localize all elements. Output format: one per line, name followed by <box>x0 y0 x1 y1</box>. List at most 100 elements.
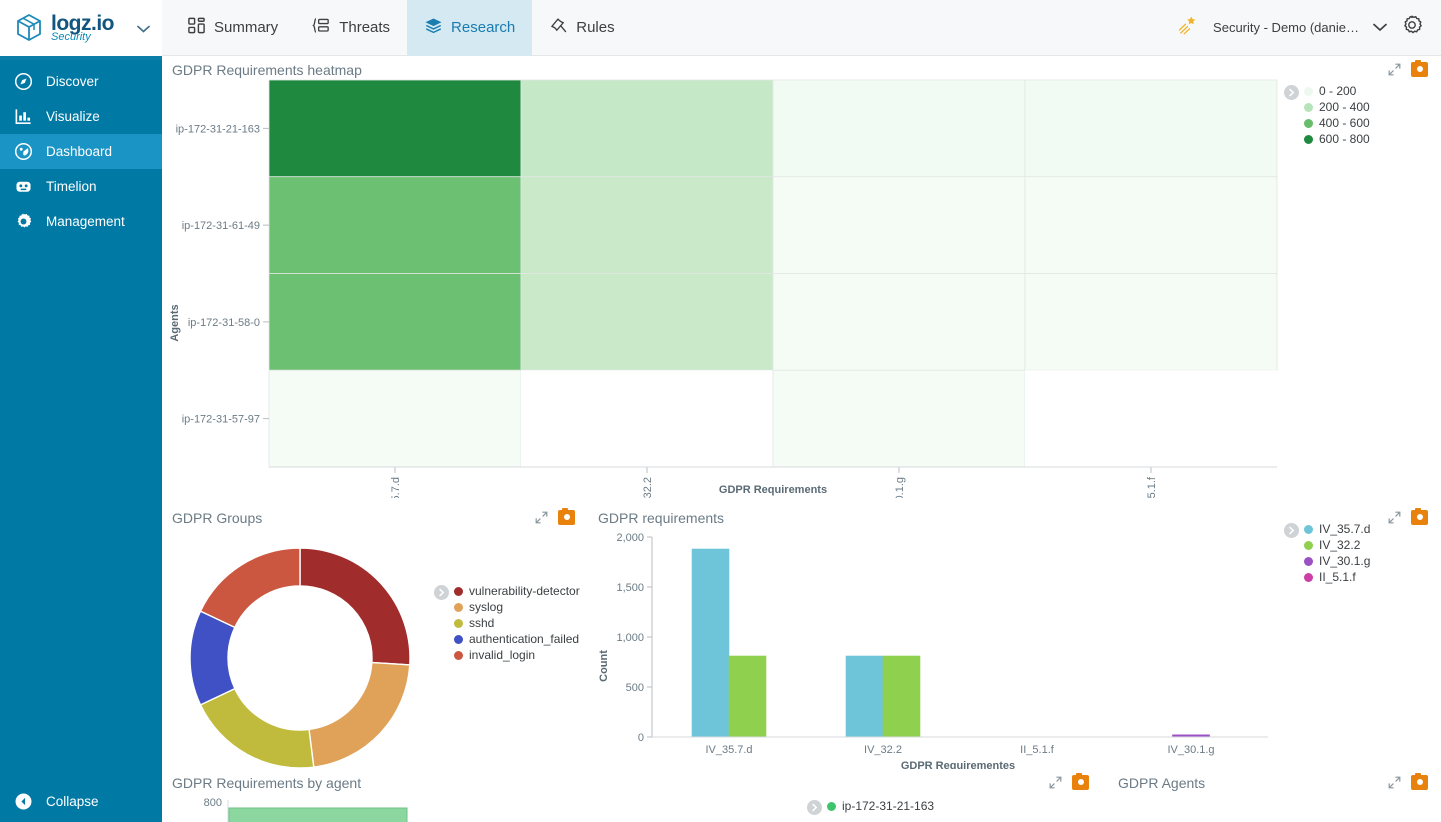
brand-chevron-down-icon[interactable] <box>137 20 150 38</box>
heatmap-cell[interactable] <box>772 273 1026 371</box>
shooting-star-icon[interactable] <box>1177 14 1199 41</box>
camera-icon[interactable] <box>1411 59 1428 77</box>
legend-label: 400 - 600 <box>1319 116 1370 130</box>
panel-gdpr-requirements-bar: GDPR requirements 0 500 1,000 1,500 2,000 IV… <box>588 504 1441 772</box>
expand-icon[interactable] <box>1388 776 1401 789</box>
camera-icon[interactable] <box>558 507 575 525</box>
heatmap-legend-item[interactable]: 0 - 200 <box>1304 84 1370 98</box>
heatmap-legend-item[interactable]: 400 - 600 <box>1304 116 1370 130</box>
heatmap-cell[interactable] <box>521 370 773 467</box>
req-bar-legend-item[interactable]: IV_30.1.g <box>1304 554 1370 568</box>
legend-color-dot <box>1304 134 1313 144</box>
legend-label: ip-172-31-21-163 <box>842 799 935 813</box>
heatmap-cell[interactable] <box>520 273 774 371</box>
legend-label: II_5.1.f <box>1319 570 1356 584</box>
top-header: Summary Threats Research Rules Security … <box>162 0 1441 56</box>
by-agent-svg: 800 <box>204 797 408 822</box>
groups-legend-item[interactable]: sshd <box>454 616 580 630</box>
req-bar-rect[interactable] <box>728 655 767 738</box>
camera-icon[interactable] <box>1411 507 1428 525</box>
legend-color-dot <box>1304 102 1313 112</box>
heatmap-cell[interactable] <box>520 176 774 274</box>
req-bar-x-tick-label: IV_35.7.d <box>705 744 752 756</box>
heatmap-cell[interactable] <box>1024 273 1278 371</box>
heatmap-cell[interactable] <box>268 79 522 178</box>
req-bar-legend-item[interactable]: II_5.1.f <box>1304 570 1370 584</box>
req-bar-rect[interactable] <box>882 655 921 738</box>
sidebar-item-discover[interactable]: Discover <box>0 64 162 99</box>
groups-legend-item[interactable]: authentication_failed <box>454 632 580 646</box>
timelion-icon <box>14 177 40 196</box>
tab-summary[interactable]: Summary <box>170 0 295 56</box>
groups-legend-item[interactable]: vulnerability-detector <box>454 584 580 598</box>
heatmap-legend-item[interactable]: 600 - 800 <box>1304 132 1370 146</box>
req-bar-legend-item[interactable]: IV_32.2 <box>1304 538 1370 552</box>
heatmap-cell[interactable] <box>268 176 522 274</box>
sidebar-item-visualize[interactable]: Visualize <box>0 99 162 134</box>
expand-icon[interactable] <box>1388 511 1401 524</box>
groups-legend-item[interactable]: syslog <box>454 600 580 614</box>
legend-toggle-icon[interactable] <box>434 585 449 600</box>
heatmap-cell[interactable] <box>1025 370 1277 467</box>
expand-icon[interactable] <box>1049 776 1062 789</box>
camera-icon[interactable] <box>1072 772 1089 790</box>
req-bar-rect[interactable] <box>691 548 730 738</box>
heatmap-cell[interactable] <box>772 79 1026 178</box>
legend-label: IV_35.7.d <box>1319 522 1371 536</box>
groups-legend-item[interactable]: invalid_login <box>454 648 580 662</box>
donut-slice[interactable] <box>299 547 411 666</box>
sidebar-label-dashboard: Dashboard <box>46 144 113 159</box>
tab-rules[interactable]: Rules <box>532 0 631 56</box>
heatmap-cell[interactable] <box>268 273 522 371</box>
heatmap-y-tick-label: ip-172-31-57-97 <box>182 414 260 426</box>
sidebar-collapse-button[interactable]: Collapse <box>0 780 162 822</box>
expand-icon[interactable] <box>535 511 548 524</box>
chevron-left-circle-icon <box>14 792 40 811</box>
heatmap-y-tick-label: ip-172-31-21-163 <box>176 123 260 135</box>
legend-label: 600 - 800 <box>1319 132 1370 146</box>
groups-legend: vulnerability-detector syslog sshd authenti… <box>434 584 580 662</box>
expand-icon[interactable] <box>1388 63 1401 76</box>
donut-svg <box>189 547 411 769</box>
heatmap-cell[interactable] <box>772 176 1026 274</box>
donut-slice[interactable] <box>189 610 236 706</box>
legend-toggle-icon[interactable] <box>1284 85 1299 100</box>
req-bar-legend-list: IV_35.7.d IV_32.2 IV_30.1.g II_5.1.f <box>1304 522 1370 584</box>
req-bar-y-tick-label: 0 <box>638 732 644 744</box>
tab-threats[interactable]: Threats <box>295 0 407 56</box>
heatmap-x-tick-label: IV_30.1.g <box>894 477 906 498</box>
legend-label: 200 - 400 <box>1319 100 1370 114</box>
donut-slice[interactable] <box>199 687 315 769</box>
panel-title-agents: GDPR Agents <box>1118 775 1206 791</box>
header-tabs: Summary Threats Research Rules <box>170 0 632 56</box>
sidebar-item-management[interactable]: Management <box>0 204 162 239</box>
req-bar-svg: 0 500 1,000 1,500 2,000 IV_35.7.d IV_32.2 II_5… <box>598 532 1268 772</box>
legend-toggle-icon[interactable] <box>1284 523 1299 538</box>
panel-title-by-agent: GDPR Requirements by agent <box>172 775 362 791</box>
account-selector[interactable]: Security - Demo (danie… <box>1213 20 1359 35</box>
tab-research[interactable]: Research <box>407 0 533 56</box>
req-bar-rect[interactable] <box>845 655 884 738</box>
account-chevron-down-icon[interactable] <box>1373 19 1387 37</box>
brand-logo[interactable]: logz.io Security <box>0 0 162 56</box>
heatmap-cell[interactable] <box>268 369 522 468</box>
settings-gear-icon[interactable] <box>1401 14 1423 41</box>
camera-icon[interactable] <box>1411 772 1428 790</box>
heatmap-cell[interactable] <box>520 79 774 178</box>
sidebar: logz.io Security Discover Visualize Dash… <box>0 0 162 822</box>
req-bar-legend-item[interactable]: IV_35.7.d <box>1304 522 1370 536</box>
legend-toggle-icon[interactable] <box>807 800 822 815</box>
bar-chart-icon <box>14 107 40 126</box>
donut-slice[interactable] <box>199 547 301 629</box>
sidebar-item-dashboard[interactable]: Dashboard <box>0 134 162 169</box>
heatmap-cell[interactable] <box>772 369 1026 468</box>
header-right-cluster: Security - Demo (danie… <box>1177 14 1441 41</box>
by-agent-legend-item[interactable]: ip-172-31-21-163 <box>827 799 934 813</box>
legend-color-dot <box>454 634 463 644</box>
sidebar-item-timelion[interactable]: Timelion <box>0 169 162 204</box>
heatmap-cell[interactable] <box>1024 79 1278 178</box>
req-bar-x-tick-label: IV_32.2 <box>864 744 902 756</box>
donut-slice[interactable] <box>308 661 411 768</box>
heatmap-cell[interactable] <box>1024 176 1278 274</box>
heatmap-legend-item[interactable]: 200 - 400 <box>1304 100 1370 114</box>
